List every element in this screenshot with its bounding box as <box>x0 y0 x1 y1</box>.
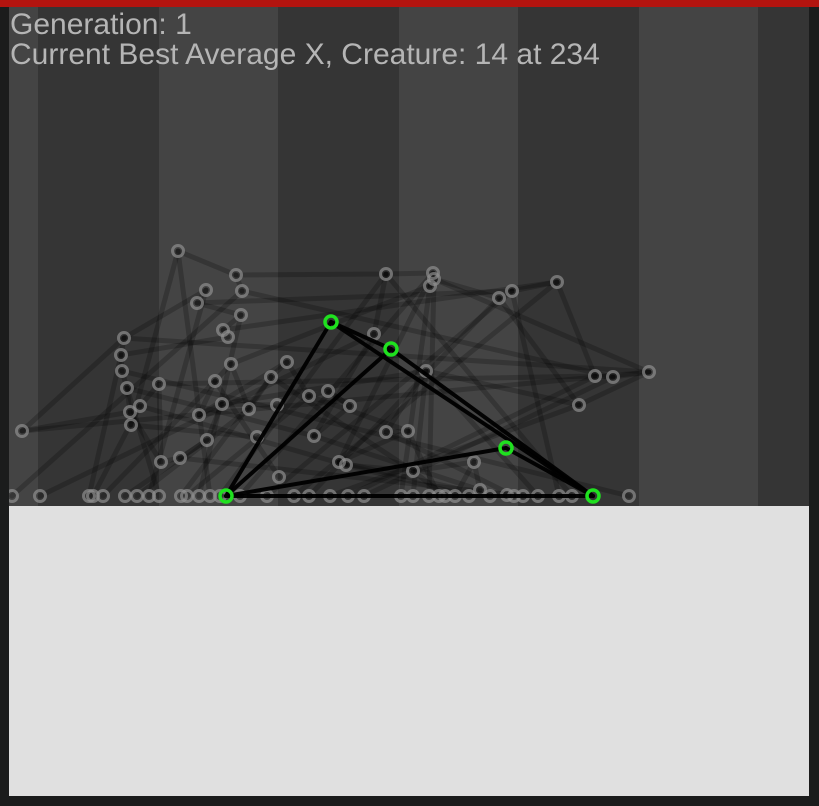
generation-label: Generation: 1 <box>10 8 192 41</box>
top-accent-bar <box>0 0 819 7</box>
background-stripe <box>758 7 809 506</box>
muscle <box>233 271 389 278</box>
world-canvas <box>9 7 809 796</box>
hud: Generation: 1 Current Best Average X, Cr… <box>10 10 600 70</box>
best-creature-label: Current Best Average X, Creature: 14 at … <box>10 38 600 71</box>
ground <box>9 506 809 796</box>
muscle <box>383 270 436 277</box>
background-stripe <box>518 7 639 506</box>
background-stripe <box>639 7 758 506</box>
simulation-stage: Generation: 1 Current Best Average X, Cr… <box>9 7 809 796</box>
